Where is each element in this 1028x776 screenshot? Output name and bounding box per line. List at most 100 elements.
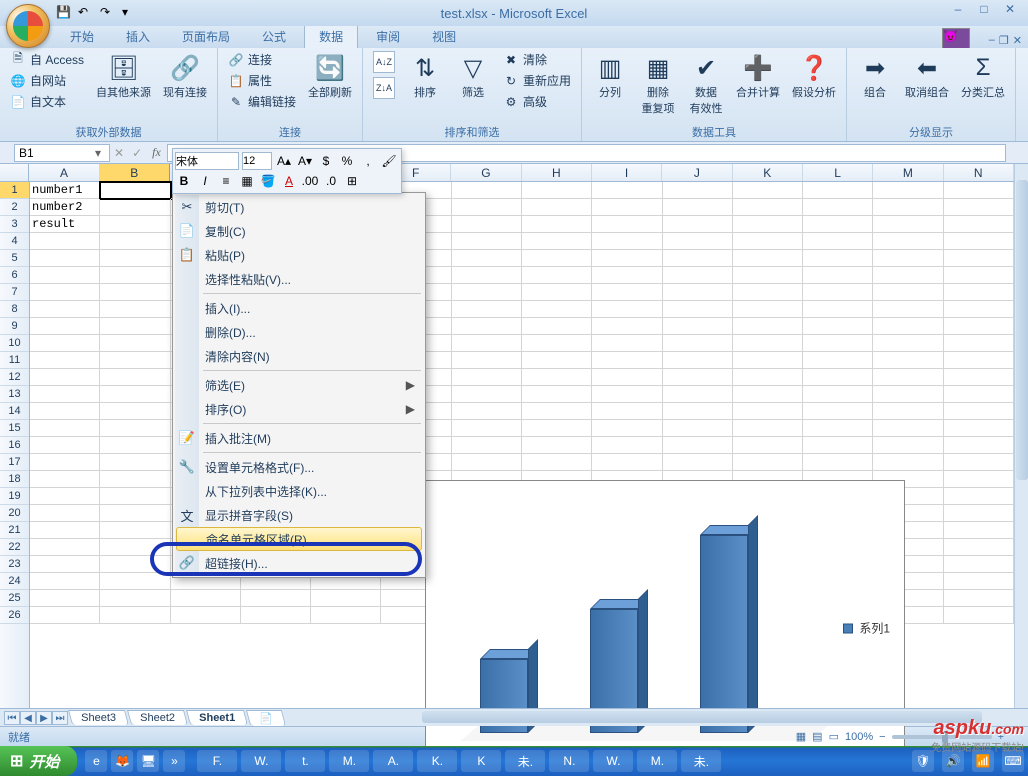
- tab-插入[interactable]: 插入: [112, 25, 164, 48]
- cell[interactable]: [100, 250, 170, 267]
- fill-color-icon[interactable]: 🪣: [259, 172, 277, 190]
- cell[interactable]: [803, 233, 873, 250]
- cell[interactable]: [522, 216, 592, 233]
- cell[interactable]: [944, 335, 1014, 352]
- cell[interactable]: [803, 267, 873, 284]
- sheet-tab[interactable]: Sheet3: [68, 710, 129, 725]
- select-all-corner[interactable]: [0, 164, 29, 181]
- ribbon-btn[interactable]: 🔄全部刷新: [304, 50, 356, 102]
- ribbon-btn[interactable]: ❓假设分析: [788, 50, 840, 102]
- increase-decimal-icon[interactable]: .00: [301, 172, 319, 190]
- tab-数据[interactable]: 数据: [304, 24, 358, 48]
- cell[interactable]: [873, 199, 943, 216]
- cell[interactable]: [663, 437, 733, 454]
- row-header[interactable]: 25: [0, 590, 29, 607]
- view-normal-icon[interactable]: ▦: [796, 730, 806, 743]
- context-menu-item[interactable]: 📄复制(C): [175, 219, 423, 243]
- cell[interactable]: [873, 335, 943, 352]
- cell[interactable]: [803, 335, 873, 352]
- row-header[interactable]: 23: [0, 556, 29, 573]
- cell[interactable]: [663, 216, 733, 233]
- cell[interactable]: number1: [30, 182, 100, 199]
- cell[interactable]: [663, 182, 733, 199]
- cell[interactable]: [452, 199, 522, 216]
- cell[interactable]: [873, 352, 943, 369]
- cell[interactable]: [733, 267, 803, 284]
- cell[interactable]: [944, 437, 1014, 454]
- name-box-dropdown-icon[interactable]: ▾: [91, 146, 105, 160]
- view-layout-icon[interactable]: ▤: [812, 730, 822, 743]
- cell[interactable]: [873, 233, 943, 250]
- context-menu-item[interactable]: 从下拉列表中选择(K)...: [175, 479, 423, 503]
- prev-sheet-button[interactable]: ◀: [20, 711, 36, 725]
- cell[interactable]: [522, 284, 592, 301]
- col-header[interactable]: K: [733, 164, 803, 181]
- cell[interactable]: [592, 437, 662, 454]
- cell[interactable]: [30, 369, 100, 386]
- currency-icon[interactable]: $: [317, 152, 335, 170]
- ribbon-btn[interactable]: 🗄自其他来源: [92, 50, 155, 102]
- cancel-formula-icon[interactable]: ✕: [114, 146, 124, 160]
- cell[interactable]: [30, 505, 100, 522]
- tab-页面布局[interactable]: 页面布局: [168, 25, 244, 48]
- mini-font-size[interactable]: [242, 152, 272, 170]
- name-box[interactable]: B1 ▾: [14, 144, 110, 162]
- cell[interactable]: [522, 301, 592, 318]
- cell[interactable]: [30, 556, 100, 573]
- cell[interactable]: [873, 454, 943, 471]
- doc-restore-button[interactable]: ❐: [999, 34, 1009, 47]
- cell[interactable]: [100, 386, 170, 403]
- cell[interactable]: [522, 437, 592, 454]
- col-header[interactable]: G: [451, 164, 521, 181]
- ribbon-btn[interactable]: ⬅取消组合: [901, 50, 953, 102]
- cell[interactable]: number2: [30, 199, 100, 216]
- cell[interactable]: [452, 301, 522, 318]
- cell[interactable]: [30, 522, 100, 539]
- cell[interactable]: [663, 454, 733, 471]
- col-header[interactable]: J: [662, 164, 732, 181]
- merge-icon[interactable]: ⊞: [343, 172, 361, 190]
- cell[interactable]: [944, 352, 1014, 369]
- ribbon-btn[interactable]: ⚙高级: [499, 92, 575, 111]
- cell[interactable]: [171, 607, 241, 624]
- cell[interactable]: [944, 522, 1014, 539]
- cell[interactable]: [522, 182, 592, 199]
- row-header[interactable]: 10: [0, 335, 29, 352]
- cell[interactable]: [663, 233, 733, 250]
- tab-公式[interactable]: 公式: [248, 25, 300, 48]
- cell[interactable]: [873, 182, 943, 199]
- cell[interactable]: [663, 386, 733, 403]
- cell[interactable]: [663, 352, 733, 369]
- ribbon-btn[interactable]: 📋属性: [224, 71, 300, 90]
- ql-more-icon[interactable]: »: [163, 750, 185, 772]
- cell[interactable]: [944, 505, 1014, 522]
- cell[interactable]: [592, 182, 662, 199]
- cell[interactable]: [100, 216, 170, 233]
- cell[interactable]: [663, 335, 733, 352]
- row-header[interactable]: 3: [0, 216, 29, 233]
- cell[interactable]: [100, 539, 170, 556]
- cell[interactable]: [30, 318, 100, 335]
- ribbon-btn[interactable]: A↓Z: [369, 50, 399, 74]
- cell[interactable]: [100, 471, 170, 488]
- office-button[interactable]: [6, 4, 50, 48]
- context-menu-item[interactable]: 筛选(E)▶: [175, 373, 423, 397]
- row-header[interactable]: 1: [0, 182, 29, 199]
- row-header[interactable]: 9: [0, 318, 29, 335]
- cell[interactable]: [241, 607, 311, 624]
- shrink-font-icon[interactable]: A▾: [296, 152, 314, 170]
- cell[interactable]: [30, 454, 100, 471]
- ribbon-btn[interactable]: ▦删除 重复项: [636, 50, 680, 118]
- chart-legend[interactable]: 系列1: [843, 620, 890, 637]
- cell[interactable]: [803, 216, 873, 233]
- row-header[interactable]: 11: [0, 352, 29, 369]
- ribbon-btn[interactable]: ⇅排序: [403, 50, 447, 102]
- cell[interactable]: [311, 607, 381, 624]
- row-header[interactable]: 24: [0, 573, 29, 590]
- tray-icon[interactable]: 📶: [972, 750, 994, 772]
- undo-icon[interactable]: ↶: [78, 5, 94, 21]
- cell[interactable]: [803, 318, 873, 335]
- taskbar-app[interactable]: W.: [593, 750, 633, 772]
- cell[interactable]: [944, 590, 1014, 607]
- row-header[interactable]: 13: [0, 386, 29, 403]
